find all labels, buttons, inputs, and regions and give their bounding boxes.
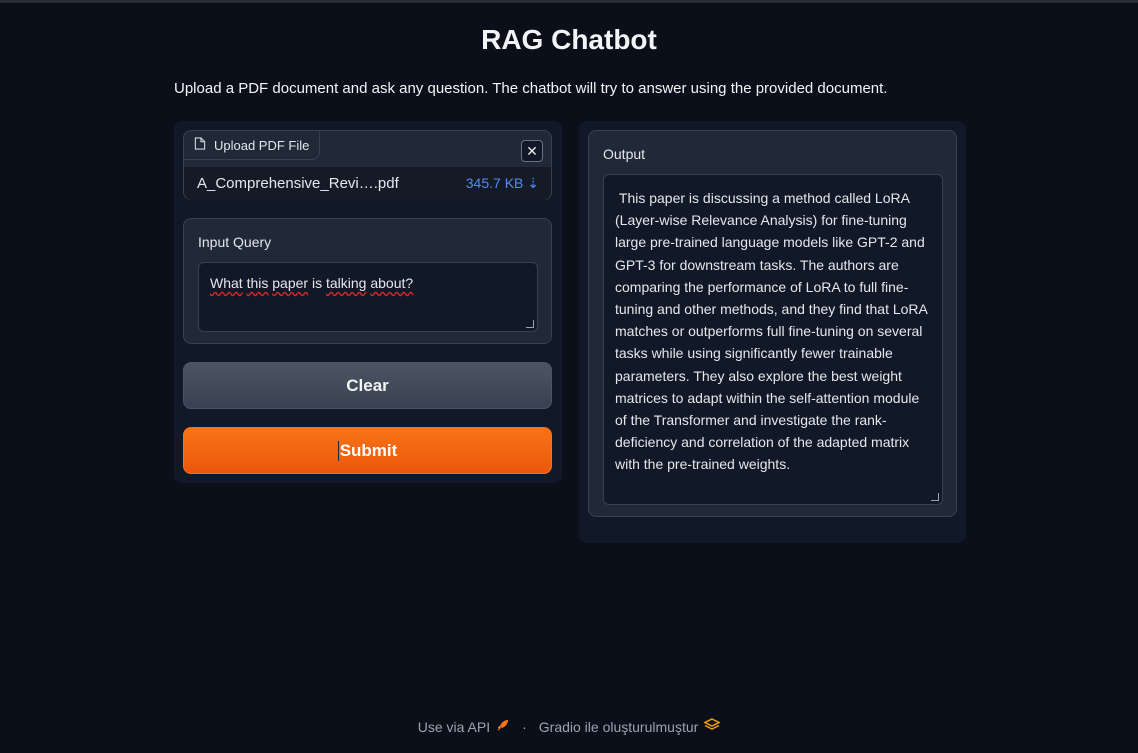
resize-handle[interactable] — [526, 320, 534, 328]
output-label: Output — [603, 146, 646, 162]
file-download-link[interactable]: 345.7 KB ⇣ — [466, 175, 539, 192]
output-field[interactable]: This paper is discussing a method called… — [603, 174, 943, 505]
built-with-gradio-link[interactable]: Gradio ile oluşturulmuştur — [539, 718, 721, 735]
api-link-label: Use via API — [417, 718, 491, 735]
submit-button-label: Submit — [339, 440, 398, 460]
output-text: This paper is discussing a method called… — [615, 190, 931, 473]
remove-file-button[interactable]: ✕ — [521, 140, 543, 162]
output-block: Output This paper is discussing a method… — [588, 130, 957, 517]
top-border — [0, 0, 1138, 3]
resize-handle[interactable] — [931, 493, 939, 501]
submit-button[interactable]: Submit — [183, 427, 552, 474]
rocket-icon — [496, 718, 510, 735]
file-name: A_Comprehensive_Revi….pdf — [197, 175, 399, 192]
file-upload-label-text: Upload PDF File — [214, 137, 310, 153]
uploaded-file-row: A_Comprehensive_Revi….pdf 345.7 KB ⇣ — [184, 167, 551, 200]
query-word: about? — [370, 275, 414, 291]
query-word: is — [311, 275, 323, 291]
close-icon: ✕ — [526, 142, 538, 159]
gradio-logo-icon — [703, 718, 721, 735]
query-word: this — [246, 275, 269, 291]
page-title: RAG Chatbot — [481, 24, 657, 55]
input-query-block: Input Query What this paper is talking a… — [183, 218, 552, 344]
footer-separator: · — [522, 718, 527, 735]
footer: Use via API · Gradio ile oluşturulmuştur — [0, 718, 1138, 735]
built-with-label: Gradio ile oluşturulmuştur — [538, 718, 699, 735]
file-icon — [194, 137, 206, 153]
file-upload-label: Upload PDF File — [183, 130, 321, 160]
use-via-api-link[interactable]: Use via API — [418, 718, 510, 735]
query-word: talking — [325, 275, 367, 291]
query-word: What — [210, 275, 243, 291]
query-word: paper — [272, 275, 309, 291]
input-query-label: Input Query — [198, 234, 272, 250]
file-upload: Upload PDF File ✕ A_Comprehensive_Revi….… — [183, 130, 552, 200]
text-cursor — [337, 440, 339, 461]
page-description: Upload a PDF document and ask any questi… — [174, 80, 888, 97]
input-query-field[interactable]: What this paper is talking about? — [198, 262, 538, 332]
clear-button[interactable]: Clear — [183, 362, 552, 409]
output-panel: Output This paper is discussing a method… — [579, 121, 966, 543]
input-panel: Upload PDF File ✕ A_Comprehensive_Revi….… — [174, 121, 562, 483]
